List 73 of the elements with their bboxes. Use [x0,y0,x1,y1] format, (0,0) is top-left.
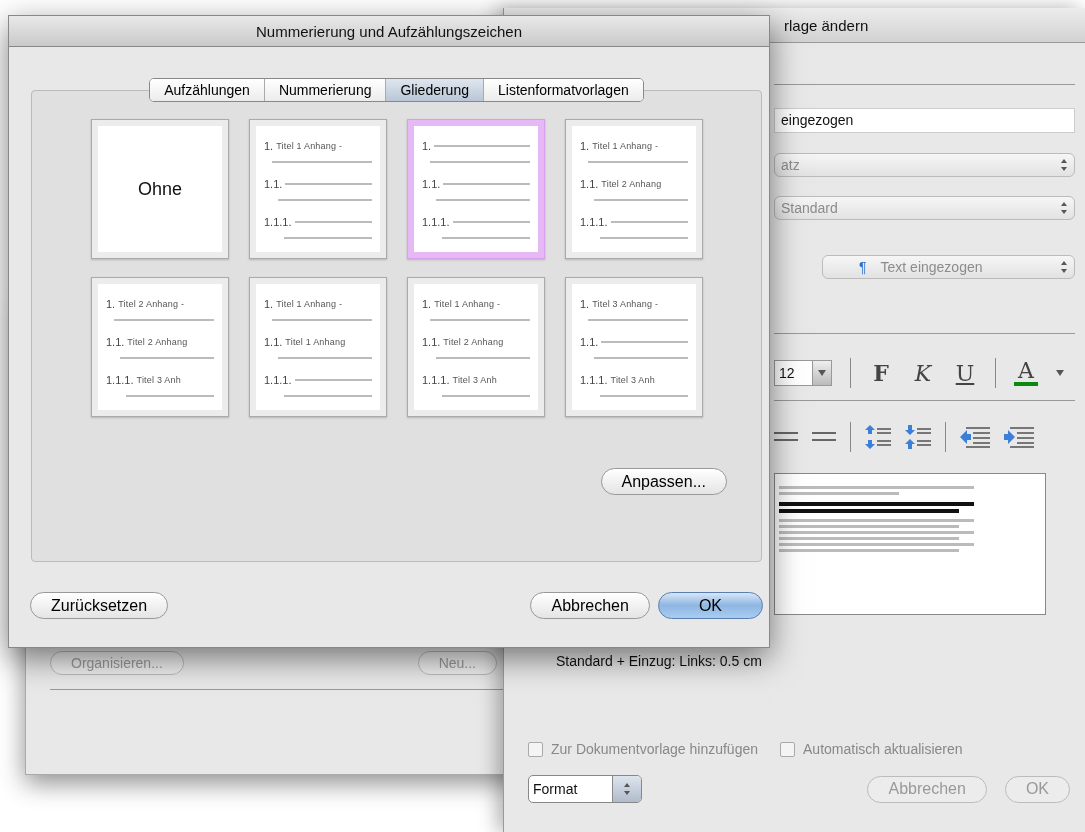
heading-sample: Titel 1 Anhang - [434,299,501,309]
level-number: 1.1.1. [264,216,292,228]
heading-sample: Titel 1 Anhang - [276,141,343,151]
updown-arrows-icon [1060,201,1068,215]
tab[interactable]: Listenformatvorlagen [483,79,643,101]
style-description: Standard + Einzug: Links: 0.5 cm [556,653,762,669]
customize-button[interactable]: Anpassen... [600,468,727,495]
level-number: 1.1.1. [580,374,608,386]
dialog-button[interactable]: OK [657,592,763,619]
heading-sample: Titel 3 Anh [610,375,655,385]
heading-sample: Titel 3 Anh [136,375,181,385]
level-number: 1. [580,298,590,310]
level-number: 1.1. [264,178,283,190]
heading-sample: Titel 2 Anhang [443,337,504,347]
level-number: 1. [580,140,590,152]
heading-sample: Titel 1 Anhang - [276,299,343,309]
list-style-option[interactable]: 1. Titel 3 Anhang - 1.1. 1.1.1. Titel 3 Anh [565,277,703,417]
level-number: 1.1.1. [422,216,450,228]
caret-icon[interactable] [1056,370,1064,376]
heading-sample: Titel 1 Anhang - [592,141,659,151]
updown-arrows-icon [623,782,631,796]
heading-sample: Titel 1 Anhang [285,337,346,347]
line-spacing-icon[interactable] [865,425,891,449]
level-number: 1.1. [580,178,599,190]
tab[interactable]: Aufzählungen [150,79,264,101]
level-number: 1. [422,298,432,310]
level-number: 1.1.1. [580,216,608,228]
italic-format-button[interactable]: K [911,360,935,386]
list-style-option[interactable]: 1. Titel 1 Anhang - 1.1. 1.1.1. [249,119,387,259]
caret-icon [818,370,826,376]
updown-arrows-icon [1060,158,1068,172]
heading-sample: Titel 2 Anhang - [118,299,185,309]
font-size-combo[interactable]: 12 [774,360,832,386]
level-number: 1.1. [106,336,125,348]
level-number: 1.1. [264,336,283,348]
level-number: 1. [422,140,432,152]
window-title: rlage ändern [784,16,869,34]
updown-arrows-icon [1060,260,1068,274]
heading-sample: Titel 2 Anhang [127,337,188,347]
level-number: 1. [106,298,116,310]
lines-icon[interactable] [774,430,798,444]
tab[interactable]: Nummerierung [263,79,386,101]
window-title: Nummerierung und Aufzählungszeichen [256,22,522,40]
bold-format-button[interactable]: F [869,360,893,386]
line-spacing-icon[interactable] [905,425,931,449]
level-number: 1. [264,140,274,152]
lines-icon[interactable] [812,430,836,444]
heading-sample: Titel 3 Anh [452,375,497,385]
heading-sample: Titel 2 Anhang [601,179,662,189]
underline-format-button[interactable]: U [953,360,977,386]
outdent-icon[interactable] [960,426,990,448]
indent-icon[interactable] [1004,426,1034,448]
level-number: 1.1.1. [106,374,134,386]
tab[interactable]: Gliederung [385,79,483,101]
color-format-button[interactable]: A [1014,360,1038,386]
level-number: 1.1. [422,336,441,348]
list-style-option[interactable]: 1. Titel 1 Anhang - 1.1. Titel 2 Anhang 1.1.1. [565,119,703,259]
heading-sample: Titel 3 Anhang - [592,299,659,309]
list-style-option[interactable]: 1. 1.1. 1.1.1. [407,119,545,259]
list-style-option[interactable]: Ohne [91,119,229,259]
list-style-option[interactable]: 1. Titel 1 Anhang - 1.1. Titel 1 Anhang 1.1.1. [249,277,387,417]
reset-button[interactable]: Zurücksetzen [30,592,169,619]
name-field[interactable]: eingezogen [774,108,1075,133]
format-popup[interactable]: Format [528,775,642,803]
list-style-option[interactable]: 1. Titel 1 Anhang - 1.1. Titel 2 Anhang 1.1.1. Titel 3 Anh [407,277,545,417]
dialog-button[interactable]: Abbrechen [530,592,650,619]
option-label: Ohne [137,178,182,200]
level-number: 1.1. [580,336,599,348]
level-number: 1.1.1. [264,374,292,386]
list-style-option[interactable]: 1. Titel 2 Anhang - 1.1. Titel 2 Anhang 1.1.1. Titel 3 Anh [91,277,229,417]
level-number: 1.1.1. [422,374,450,386]
level-number: 1. [264,298,274,310]
level-number: 1.1. [422,178,441,190]
